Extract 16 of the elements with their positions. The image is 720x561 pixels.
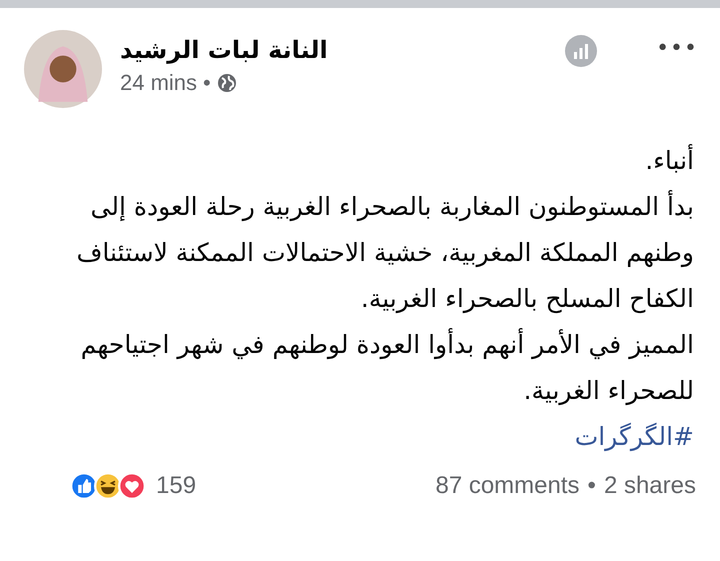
post-time[interactable]: 24 mins xyxy=(120,70,198,96)
post-text: بدأ المستوطنون المغاربة بالصحراء الغربية رحلة العودة إلى وطنهم المملكة المغربية، خشية الاحتمالات الممكنة لاستئناف الكفاح المسلح بالصحراء الغربية. xyxy=(75,189,694,316)
post-text: المميز في الأمر أنهم بدأوا العودة لوطنهم في شهر اجتياحهم للصحراء الغربية. xyxy=(80,327,694,408)
comments-link[interactable]: 87 comments xyxy=(435,472,580,500)
laughing-face-icon xyxy=(94,472,122,500)
author-name[interactable]: النانة لبات الرشيد xyxy=(120,36,546,64)
like-icon xyxy=(70,472,98,500)
separator-dot: • xyxy=(203,70,211,96)
more-button[interactable]: ••• xyxy=(656,36,698,61)
hashtag-link[interactable]: #الگرگرات xyxy=(574,414,694,460)
shares-link[interactable]: 2 shares xyxy=(604,472,696,500)
globe-icon xyxy=(216,73,237,93)
reaction-count[interactable]: 159 xyxy=(156,472,196,500)
post-text: أنباء. xyxy=(644,143,694,177)
avatar[interactable] xyxy=(24,30,102,108)
separator-dot: • xyxy=(588,472,596,500)
